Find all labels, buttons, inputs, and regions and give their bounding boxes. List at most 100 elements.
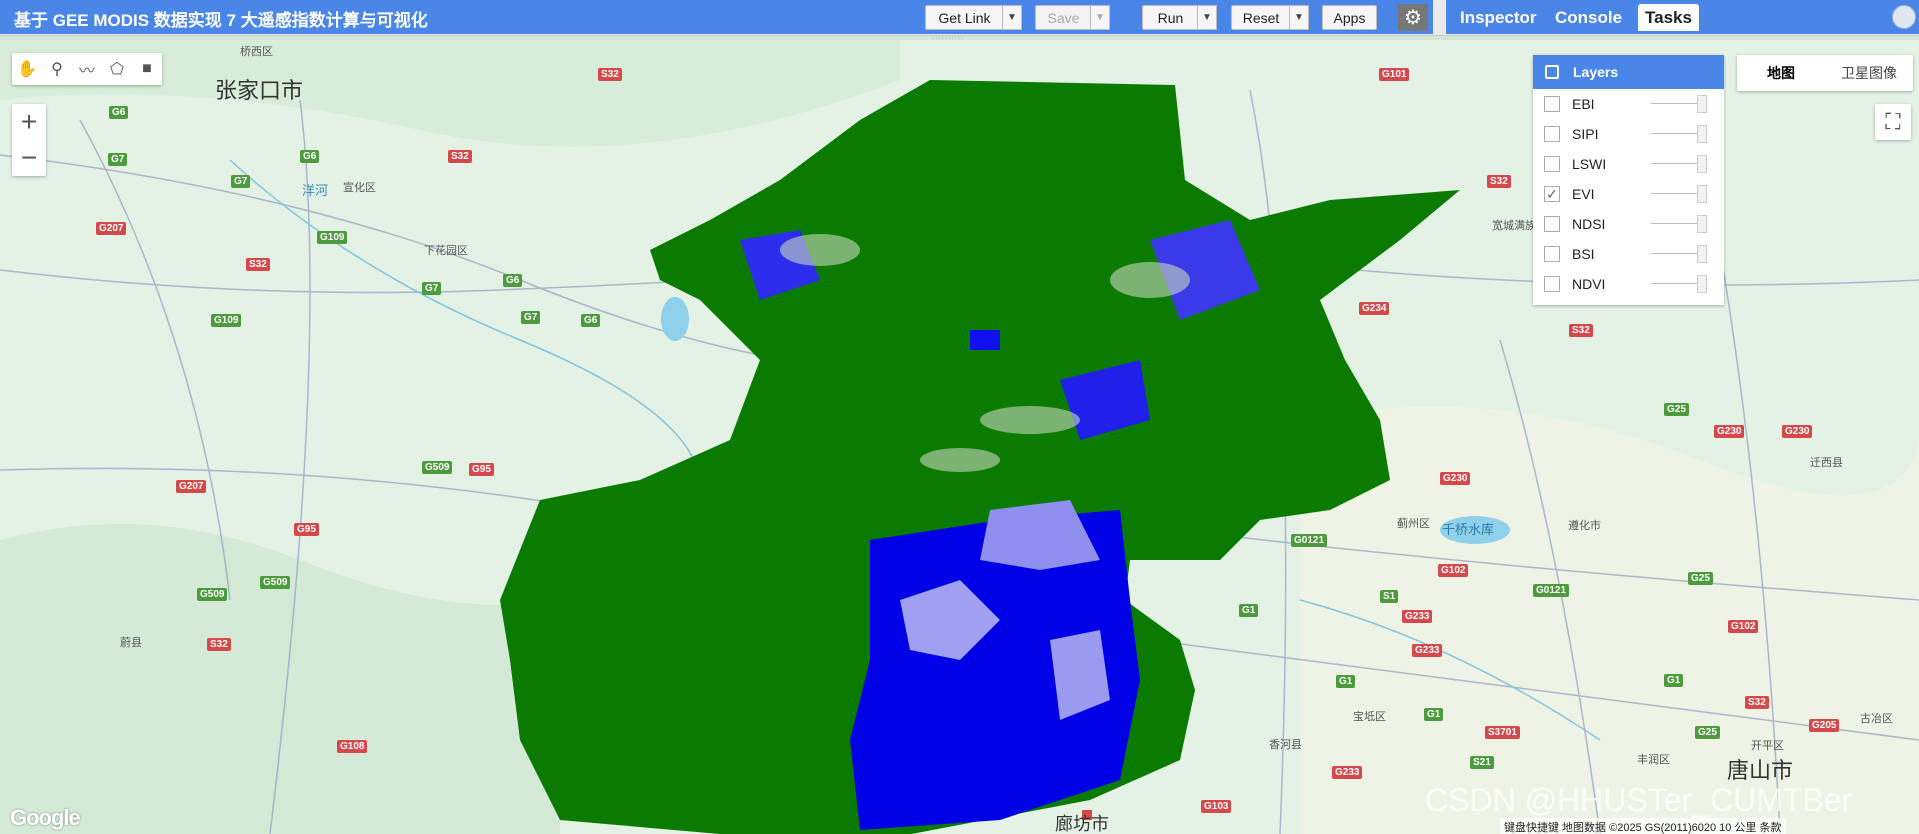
polygon-icon[interactable]: ⬠ bbox=[102, 53, 132, 85]
highway-shield: G1 bbox=[1664, 674, 1684, 687]
opacity-slider-track[interactable] bbox=[1651, 193, 1701, 194]
layers-panel: Layers EBI SIPI LSWI ✓ EVI NDSI BSI NDVI bbox=[1533, 55, 1724, 305]
highway-shield: S32 bbox=[1569, 324, 1593, 337]
layer-row-sipi[interactable]: SIPI bbox=[1533, 119, 1724, 149]
highway-shield: G205 bbox=[1809, 719, 1840, 732]
opacity-slider-handle[interactable] bbox=[1697, 155, 1707, 173]
tab-tasks[interactable]: Tasks bbox=[1638, 4, 1699, 31]
layer-checkbox[interactable] bbox=[1544, 126, 1560, 142]
lock-icon[interactable] bbox=[1545, 65, 1559, 79]
settings-gear-icon[interactable]: ⚙ bbox=[1398, 4, 1428, 31]
highway-shield: S32 bbox=[448, 150, 472, 163]
place-label: 香河县 bbox=[1269, 739, 1302, 751]
highway-shield: G509 bbox=[422, 461, 453, 474]
highway-shield: G7 bbox=[231, 175, 251, 188]
highway-shield: G95 bbox=[469, 463, 494, 476]
layers-header[interactable]: Layers bbox=[1533, 55, 1724, 89]
layer-checkbox[interactable] bbox=[1544, 246, 1560, 262]
place-label: 唐山市 bbox=[1727, 758, 1794, 783]
layer-checkbox[interactable] bbox=[1544, 276, 1560, 292]
layer-row-ebi[interactable]: EBI bbox=[1533, 89, 1724, 119]
opacity-slider-track[interactable] bbox=[1651, 163, 1701, 164]
opacity-slider-track[interactable] bbox=[1651, 223, 1701, 224]
map-type-satellite-button[interactable]: 卫星图像 bbox=[1825, 55, 1913, 91]
opacity-slider-track[interactable] bbox=[1651, 103, 1701, 104]
place-label: 古冶区 bbox=[1860, 713, 1893, 725]
chevron-down-icon: ▼ bbox=[1007, 12, 1017, 23]
layer-name: NDVI bbox=[1572, 276, 1606, 292]
highway-shield: S21 bbox=[1470, 756, 1494, 769]
zoom-in-button[interactable]: + bbox=[12, 104, 46, 140]
user-avatar-icon[interactable] bbox=[1892, 5, 1916, 29]
highway-shield: G103 bbox=[1201, 800, 1232, 813]
apps-button[interactable]: Apps bbox=[1322, 5, 1377, 30]
place-label: 下花园区 bbox=[424, 245, 468, 257]
get-link-button[interactable]: Get Link bbox=[925, 5, 1004, 30]
script-title: 基于 GEE MODIS 数据实现 7 大遥感指数计算与可视化 bbox=[14, 11, 428, 30]
panel-resize-handle[interactable]: :::::::::: bbox=[932, 35, 982, 44]
place-label: 开平区 bbox=[1751, 740, 1784, 752]
opacity-slider-handle[interactable] bbox=[1697, 245, 1707, 263]
layer-checkbox-checked[interactable]: ✓ bbox=[1544, 186, 1560, 202]
place-label: 蓟州区 bbox=[1397, 518, 1430, 530]
opacity-slider-track[interactable] bbox=[1651, 253, 1701, 254]
layer-checkbox[interactable] bbox=[1544, 216, 1560, 232]
highway-shield: G1 bbox=[1239, 604, 1259, 617]
layer-name: LSWI bbox=[1572, 156, 1607, 172]
opacity-slider-handle[interactable] bbox=[1697, 185, 1707, 203]
opacity-slider-track[interactable] bbox=[1651, 133, 1701, 134]
layer-checkbox[interactable] bbox=[1544, 156, 1560, 172]
hand-icon[interactable]: ✋ bbox=[12, 53, 42, 85]
highway-shield: S32 bbox=[1745, 696, 1769, 709]
line-icon[interactable]: 〰 bbox=[72, 53, 102, 85]
layer-row-lswi[interactable]: LSWI bbox=[1533, 149, 1724, 179]
run-button[interactable]: Run bbox=[1142, 5, 1199, 30]
fullscreen-icon[interactable]: ⛶ bbox=[1875, 104, 1911, 140]
save-button[interactable]: Save bbox=[1035, 5, 1092, 30]
zoom-out-button[interactable]: − bbox=[12, 140, 46, 176]
map-type-map-button[interactable]: 地图 bbox=[1737, 55, 1825, 91]
drawing-tools: ✋ ⚲ 〰 ⬠ ■ bbox=[12, 53, 162, 85]
opacity-slider-handle[interactable] bbox=[1697, 275, 1707, 293]
highway-shield: G109 bbox=[211, 314, 242, 327]
opacity-slider-track[interactable] bbox=[1651, 283, 1701, 284]
get-link-dropdown[interactable]: ▼ bbox=[1002, 5, 1022, 30]
chevron-down-icon: ▼ bbox=[1095, 12, 1105, 23]
tab-console[interactable]: Console bbox=[1548, 4, 1629, 31]
highway-shield: G233 bbox=[1402, 610, 1433, 623]
map-attribution: 键盘快捷键 地图数据 ©2025 GS(2011)6020 10 公里 条款 bbox=[1500, 818, 1786, 834]
point-marker-icon[interactable]: ⚲ bbox=[42, 53, 72, 85]
layer-row-ndsi[interactable]: NDSI bbox=[1533, 209, 1724, 239]
highway-shield: G230 bbox=[1440, 472, 1471, 485]
save-dropdown[interactable]: ▼ bbox=[1090, 5, 1110, 30]
highway-shield: G7 bbox=[521, 311, 541, 324]
highway-shield: S32 bbox=[1487, 175, 1511, 188]
layer-name: NDSI bbox=[1572, 216, 1606, 232]
run-dropdown[interactable]: ▼ bbox=[1197, 5, 1217, 30]
layer-name: BSI bbox=[1572, 246, 1595, 262]
highway-shield: G102 bbox=[1438, 564, 1469, 577]
map-canvas[interactable]: 张家口市 桥西区 宣化区 下花园区 洋河 蔚县 蓟州区 千桥水库 遵化市 迁西县… bbox=[0, 40, 1919, 834]
rectangle-icon[interactable]: ■ bbox=[132, 53, 162, 85]
highway-shield: S32 bbox=[246, 258, 270, 271]
place-label: 丰润区 bbox=[1637, 754, 1670, 766]
opacity-slider-handle[interactable] bbox=[1697, 215, 1707, 233]
layer-row-bsi[interactable]: BSI bbox=[1533, 239, 1724, 269]
opacity-slider-handle[interactable] bbox=[1697, 125, 1707, 143]
place-label: 宝坻区 bbox=[1353, 711, 1386, 723]
tab-inspector[interactable]: Inspector bbox=[1453, 4, 1544, 31]
highway-shield: G6 bbox=[109, 106, 129, 119]
highway-shield: G25 bbox=[1695, 726, 1720, 739]
layer-row-ndvi[interactable]: NDVI bbox=[1533, 269, 1724, 299]
highway-shield: G6 bbox=[581, 314, 601, 327]
highway-shield: G233 bbox=[1412, 644, 1443, 657]
highway-shield: G1 bbox=[1424, 708, 1444, 721]
highway-shield: G102 bbox=[1728, 620, 1759, 633]
layer-checkbox[interactable] bbox=[1544, 96, 1560, 112]
highway-shield: S3701 bbox=[1485, 726, 1520, 739]
reset-button[interactable]: Reset bbox=[1231, 5, 1291, 30]
opacity-slider-handle[interactable] bbox=[1697, 95, 1707, 113]
reset-dropdown[interactable]: ▼ bbox=[1289, 5, 1309, 30]
layer-row-evi[interactable]: ✓ EVI bbox=[1533, 179, 1724, 209]
place-label: 廊坊市 bbox=[1055, 814, 1109, 834]
